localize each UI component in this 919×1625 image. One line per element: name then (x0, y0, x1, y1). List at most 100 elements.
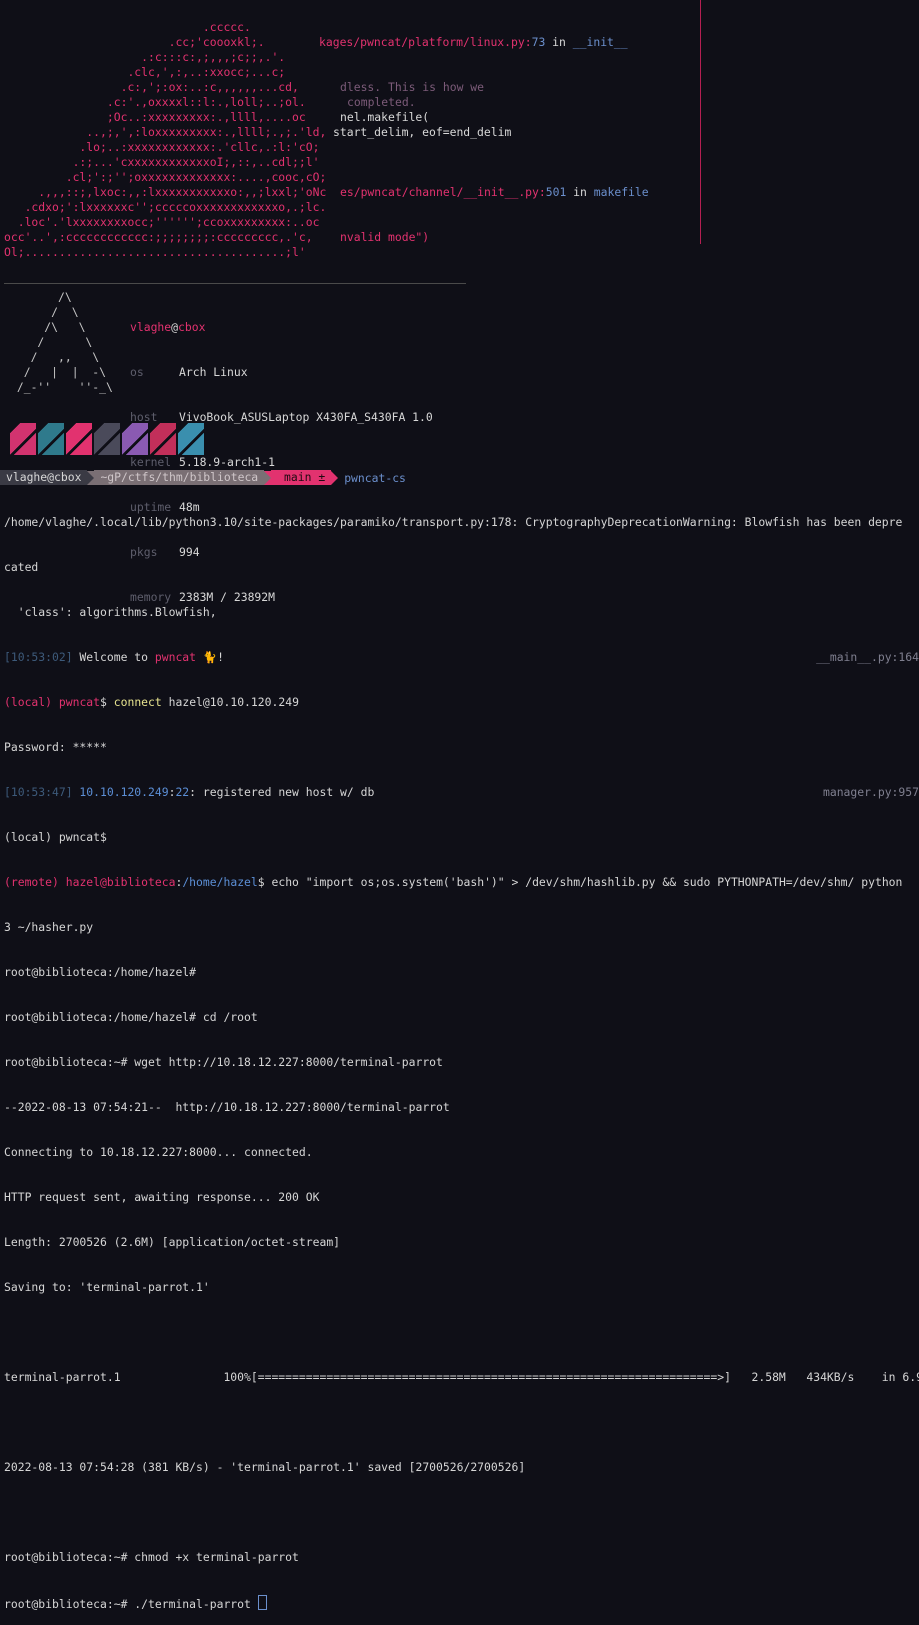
ascii-art-line: occ'..',:cccccccccccc:;;;;;;;;:ccccccccc… (4, 230, 313, 244)
remote-command-line: (remote) hazel@biblioteca:/home/hazel$ e… (4, 875, 919, 890)
output-line: root@biblioteca:/home/hazel# cd /root (4, 1010, 258, 1024)
color-swatch (94, 423, 120, 455)
trace-in: in (545, 35, 573, 49)
prompt-sep: : (175, 875, 183, 889)
output-line: root@biblioteca:/home/hazel# (4, 965, 197, 979)
log-source: manager.py:957 (822, 785, 919, 799)
trace-file: linux.py (469, 35, 525, 49)
ascii-art-line: .ccccc. (4, 20, 251, 34)
ascii-art-line: .clc,',:,..:xxocc;...c; (4, 65, 286, 79)
output-line: cated (4, 560, 39, 574)
info-key: kernel (130, 455, 172, 469)
log-text: : registered new host w/ db (189, 785, 375, 799)
parrot-ascii-art: .ccccc. .cc;'coooxkl;. .:c:::c:,;,,,;c;;… (4, 20, 326, 260)
output-line: root@biblioteca:~# chmod +x terminal-par… (4, 1550, 299, 1564)
ascii-art-line: .c:,';:ox:..:c,,,,,,...cd, (4, 80, 299, 94)
logo-line: /\ (10, 290, 72, 304)
powerline-separator-icon (87, 470, 95, 485)
command-line: (local) pwncat$ connect hazel@10.10.120.… (4, 695, 919, 710)
command-args: hazel@10.10.120.249 (161, 695, 299, 709)
trace-sep: : (538, 185, 546, 199)
current-command: root@biblioteca:~# ./terminal-parrot (4, 1597, 258, 1610)
ascii-art-line: .c:'.,oxxxxl::l:.,loll;..;ol. (4, 95, 306, 109)
ascii-art-line: .loc'.'lxxxxxxxxocc;'''''';ccoxxxxxxxxx:… (4, 215, 320, 229)
prompt-context: (remote) (4, 875, 66, 889)
prompt-git-branch: main ± (271, 470, 332, 485)
output-line: HTTP request sent, awaiting response... … (4, 1190, 320, 1204)
output-line: 'class': algorithms.Blowfish, (4, 605, 217, 619)
ascii-art-line: ;Oc..:xxxxxxxxx:.,llll,....oc (4, 110, 306, 124)
info-key: os (130, 365, 144, 379)
trace-file: __init__.py (463, 185, 539, 199)
info-value: VivoBook_ASUSLaptop X430FA_S430FA 1.0 (179, 410, 433, 424)
trace-line-4: nel.makefile( (340, 110, 430, 124)
output-line: Password: ***** (4, 740, 107, 754)
powerline-separator-icon (264, 470, 272, 485)
trace-line-1: kages/pwncat/platform/linux.py:73 in __i… (319, 35, 628, 50)
log-timestamp: [10:53:02] (4, 650, 73, 664)
log-line-registered: [10:53:47] 10.10.120.249:22: registered … (4, 785, 919, 800)
username: vlaghe (130, 320, 172, 334)
terminal-cursor[interactable] (257, 1595, 267, 1610)
log-host: 10.10.120.249 (72, 785, 169, 799)
trace-path: kages/pwncat/platform/ (319, 35, 470, 49)
trace-line-6: es/pwncat/channel/__init__.py:501 in mak… (340, 185, 649, 200)
output-line: Connecting to 10.18.12.227:8000... conne… (4, 1145, 313, 1159)
prompt-command: pwncat-cs (344, 470, 406, 485)
trace-line-2: dless. This is how we (340, 80, 485, 94)
logo-line: /\ \ (10, 320, 86, 334)
cat-icon: 🐈! (196, 650, 224, 664)
ascii-art-line: .cc;'coooxkl;. (4, 35, 265, 49)
color-swatch (122, 423, 148, 455)
trace-line-5: start_delim, eof=end_delim (333, 125, 512, 139)
trace-lineno: 501 (545, 185, 567, 199)
info-value: 5.18.9-arch1-1 (179, 455, 276, 469)
current-command-line[interactable]: root@biblioteca:~# ./terminal-parrot (4, 1595, 919, 1610)
log-port: 22 (175, 785, 190, 799)
ascii-art-line: .lo;..:xxxxxxxxxxxx:.'cllc,.:l:'cO; (4, 140, 320, 154)
prompt-path: /home/hazel (182, 875, 258, 889)
trace-func: __init__ (572, 35, 628, 49)
ascii-art-line: ..,;,',:loxxxxxxxxx:.,llll;.,;.'ld, (4, 125, 327, 139)
logo-line: / \ (10, 335, 93, 349)
color-swatch (66, 423, 92, 455)
pane-divider-vertical[interactable] (700, 0, 701, 244)
logo-line: / \ (10, 305, 79, 319)
powerline-separator-icon (331, 470, 339, 485)
color-swatch (150, 423, 176, 455)
background-traceback: kages/pwncat/platform/linux.py:73 in __i… (0, 35, 649, 244)
user-host-line: vlaghe@cbox (130, 320, 433, 335)
color-swatch (178, 423, 204, 455)
ascii-art-line: .cdxo;':lxxxxxxc'';cccccoxxxxxxxxxxxxo,.… (4, 200, 327, 214)
output-line: Length: 2700526 (2.6M) [application/octe… (4, 1235, 341, 1249)
ascii-art-line: .,,,::;,lxoc:,,:lxxxxxxxxxxxo:,,;lxxl;'o… (4, 185, 327, 199)
logo-line: /_-'' ''-_\ (10, 380, 113, 394)
pane-divider-horizontal[interactable] (4, 283, 466, 284)
ascii-art-line: .cl;':;'';oxxxxxxxxxxxxx:....,cooc,cO; (4, 170, 327, 184)
trace-sep: : (524, 35, 532, 49)
trace-line-3: completed. (347, 95, 416, 109)
log-source: __main__.py:164 (816, 650, 919, 664)
command-text: $ echo "import os;os.system('bash')" > /… (257, 875, 903, 889)
prompt-context: (local) (4, 695, 59, 709)
info-row-os: os Arch Linux (130, 365, 433, 380)
trace-in: in (566, 185, 594, 199)
shell-prompt: vlaghe@cbox ~gP/ctfs/thm/biblioteca main… (0, 470, 406, 485)
output-line: (local) pwncat$ (4, 830, 107, 844)
log-timestamp: [10:53:47] (4, 785, 73, 799)
terminal-output[interactable]: /home/vlaghe/.local/lib/python3.10/site-… (4, 485, 919, 1625)
logo-line: / | | -\ (10, 365, 107, 379)
color-swatch (38, 423, 64, 455)
output-line: --2022-08-13 07:54:21-- http://10.18.12.… (4, 1100, 450, 1114)
trace-lineno: 73 (531, 35, 546, 49)
trace-func: makefile (593, 185, 649, 199)
trace-line-7: nvalid mode") (340, 230, 429, 245)
ascii-art-line: .:;...'cxxxxxxxxxxxxoI;,::,..cdl;;l' (4, 155, 320, 169)
log-text: Welcome to (72, 650, 155, 664)
arch-linux-logo: /\ / \ /\ \ / \ / ,, \ / | | -\ /_-'' ''… (10, 290, 113, 395)
info-row-kernel: kernel 5.18.9-arch1-1 (130, 455, 433, 470)
trace-text: nvalid mode") (340, 230, 430, 244)
top-pane: .ccccc. .cc;'coooxkl;. .:c:::c:,;,,,;c;;… (0, 0, 919, 285)
